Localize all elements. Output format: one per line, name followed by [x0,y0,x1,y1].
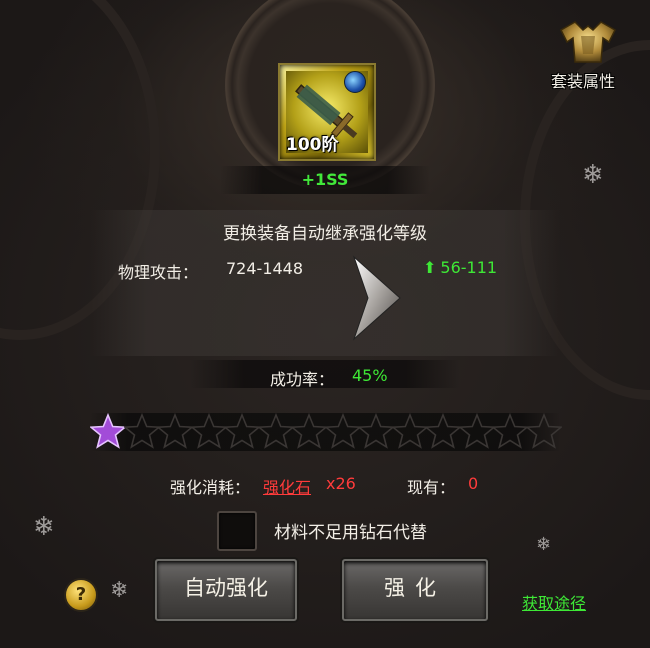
star-empty-icon [358,413,394,449]
star-filled-icon [90,413,126,449]
enhance-panel: ❄ ❄ ❄ ❄ 100阶 +1SS 更换装备自动继承强化等级 物理攻击： 724… [0,0,650,648]
star-empty-icon [458,413,495,449]
obtain-source-link[interactable]: 获取途径 [522,590,586,614]
snowflake-icon: ❄ [536,534,552,555]
chevron-right-icon [352,255,401,341]
inherit-notice: 更换装备自动继承强化等级 [223,224,427,244]
cost-quantity: x26 [326,474,356,493]
use-diamond-checkbox[interactable] [217,511,257,551]
star-empty-icon [123,413,160,449]
attr-label: 物理攻击： [118,263,199,282]
star-empty-icon [391,413,428,449]
equipment-slot[interactable]: 100阶 [278,63,376,161]
armor-icon[interactable] [555,16,621,68]
star-empty-icon [525,413,562,449]
item-level-label: 100阶 [286,135,339,155]
success-rate-value: 45% [352,366,388,385]
star-empty-icon [190,413,227,449]
star-empty-icon [257,413,294,449]
blue-gem-icon [344,71,366,93]
owned-value: 0 [468,474,479,493]
snowflake-icon: ❄ [33,512,55,542]
set-attributes-label[interactable]: 套装属性 [551,68,615,92]
star-empty-icon [157,413,193,449]
attr-gain: ⬆ 56-111 [423,258,497,277]
snowflake-icon: ❄ [110,578,129,603]
star-level-track [90,413,562,451]
star-empty-icon [224,413,260,449]
success-rate-label: 成功率： [270,370,335,389]
auto-enhance-button[interactable]: 自动强化 [155,559,297,621]
star-empty-icon [492,413,528,449]
use-diamond-label: 材料不足用钻石代替 [274,523,427,543]
star-empty-icon [425,413,461,449]
owned-label: 现有： [407,478,456,497]
help-icon[interactable]: ? [64,578,98,612]
star-empty-icon [324,413,361,449]
attr-current-value: 724-1448 [226,259,304,278]
up-arrow-icon: ⬆ [423,258,437,277]
item-bonus: +1SS [301,170,349,189]
cost-item-link[interactable]: 强化石 [263,474,311,498]
enhance-button[interactable]: 强化 [342,559,488,621]
star-empty-icon [291,413,327,449]
cost-label: 强化消耗： [170,478,251,497]
attr-gain-value: 56-111 [440,258,498,277]
